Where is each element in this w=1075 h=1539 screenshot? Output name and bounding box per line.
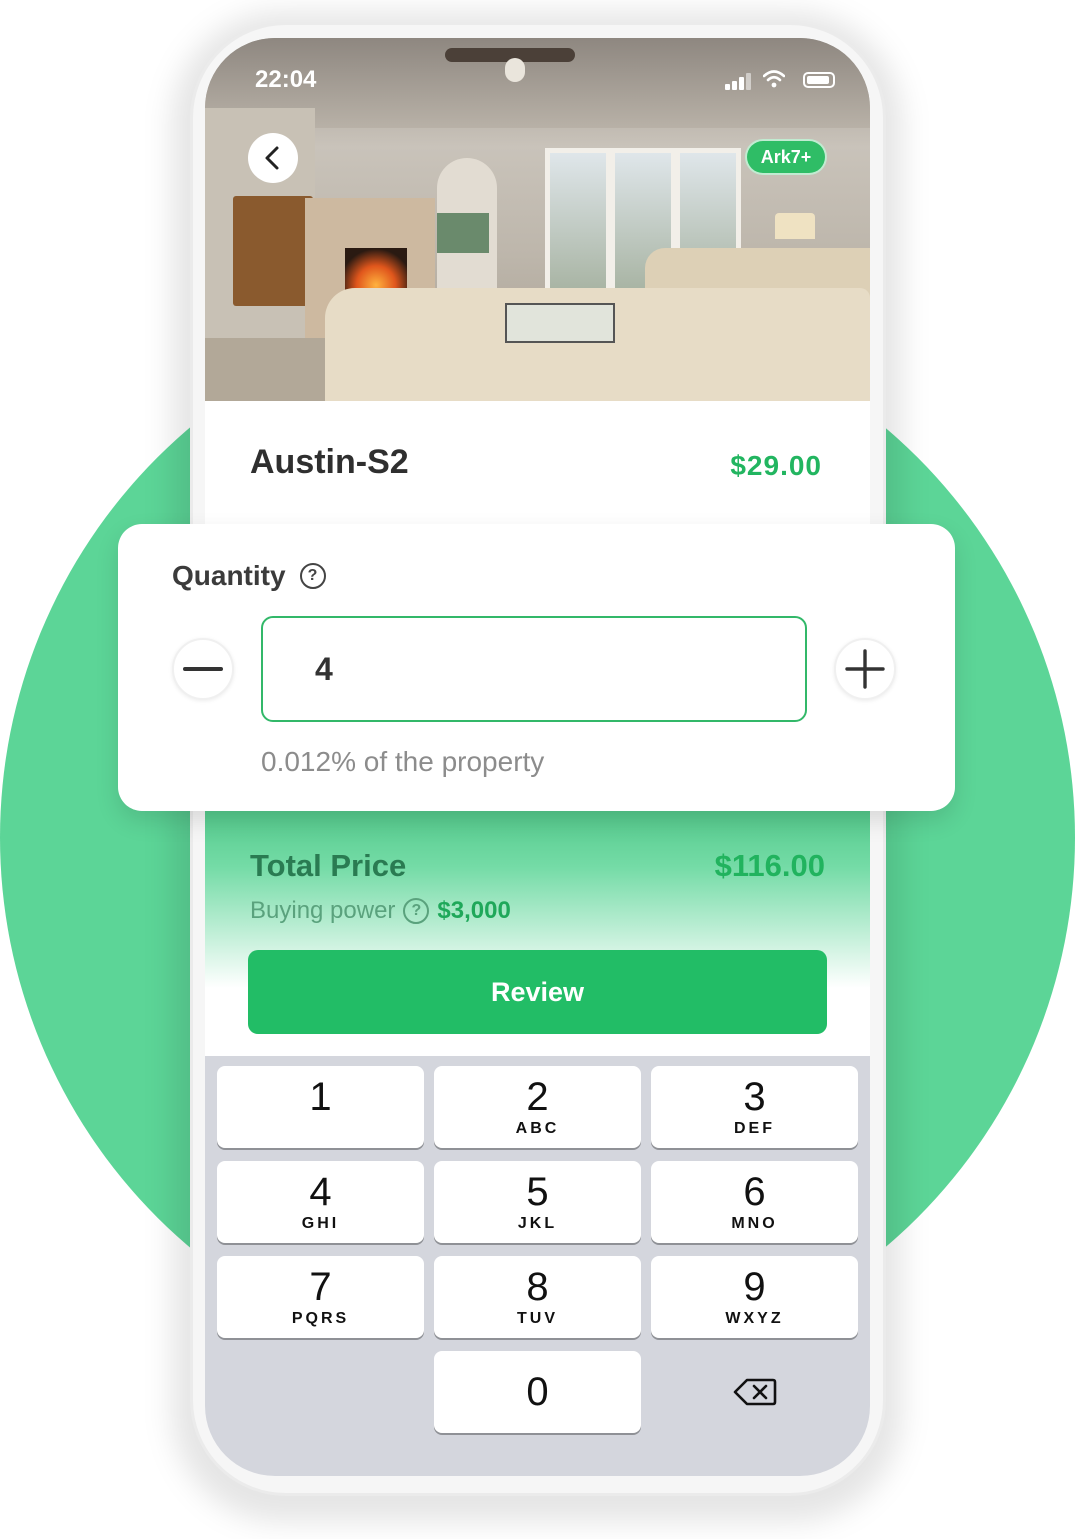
property-photo: 22:04 Ark7+ — [205, 38, 870, 401]
key-2[interactable]: 2 ABC — [434, 1066, 641, 1148]
ownership-percentage: 0.012% of the property — [261, 746, 545, 777]
quantity-title: Quantity — [172, 560, 286, 591]
key-6[interactable]: 6 MNO — [651, 1161, 858, 1243]
increase-quantity-button[interactable] — [834, 638, 896, 700]
plus-icon — [845, 649, 885, 689]
key-4[interactable]: 4 GHI — [217, 1161, 424, 1243]
decrease-quantity-button[interactable] — [172, 638, 234, 700]
property-tag: Ark7+ — [745, 139, 827, 175]
status-icons — [725, 68, 845, 92]
key-7[interactable]: 7 PQRS — [217, 1256, 424, 1338]
minus-icon — [183, 667, 223, 671]
buying-power-value: $3,000 — [437, 897, 511, 924]
quantity-heading: Quantity ? — [172, 560, 326, 592]
review-button[interactable]: Review — [248, 950, 827, 1034]
total-price-label: Total Price — [250, 848, 407, 883]
quantity-input[interactable] — [261, 616, 807, 722]
backspace-icon — [733, 1378, 776, 1406]
property-name: Austin-S2 — [250, 443, 409, 481]
numeric-keypad: 1 2 ABC 3 DEF 4 GHI 5 JKL 6 MNO 7 PQRS 8 — [205, 1056, 870, 1476]
buying-power-label: Buying power — [250, 897, 396, 924]
quantity-card: Quantity ? 0.012% of the property — [118, 524, 955, 811]
question-circle-icon[interactable]: ? — [299, 563, 326, 589]
signal-icon — [725, 84, 730, 90]
status-time: 22:04 — [255, 66, 317, 93]
key-0[interactable]: 0 — [434, 1351, 641, 1433]
key-8[interactable]: 8 TUV — [434, 1256, 641, 1338]
question-circle-icon[interactable]: ? — [403, 898, 430, 924]
key-5[interactable]: 5 JKL — [434, 1161, 641, 1243]
battery-icon — [803, 72, 835, 88]
buying-power: Buying power ? $3,000 — [250, 897, 511, 925]
key-3[interactable]: 3 DEF — [651, 1066, 858, 1148]
key-1[interactable]: 1 — [217, 1066, 424, 1148]
property-price: $29.00 — [730, 450, 822, 481]
total-price-value: $116.00 — [714, 848, 825, 883]
back-button[interactable] — [248, 133, 298, 183]
wifi-icon — [763, 70, 785, 88]
delete-key[interactable] — [651, 1351, 858, 1433]
chevron-left-icon — [265, 146, 279, 170]
key-9[interactable]: 9 WXYZ — [651, 1256, 858, 1338]
